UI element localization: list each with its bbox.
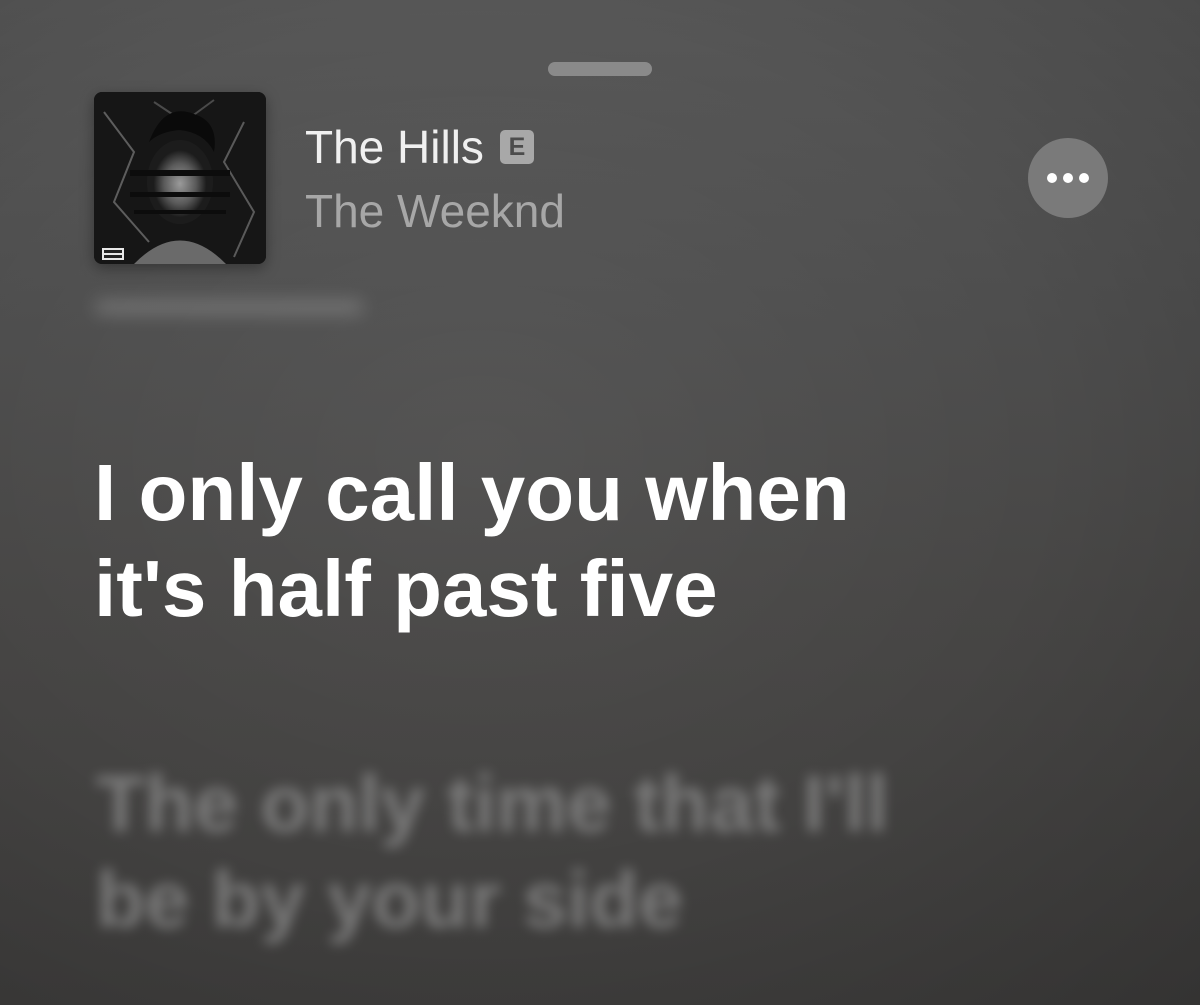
album-artwork[interactable] [94, 92, 266, 264]
current-lyric-line: it's half past five [94, 544, 718, 633]
current-lyric-line: I only call you when [94, 448, 850, 537]
artist-name[interactable]: The Weeknd [305, 182, 565, 240]
previous-lyric-line: ▬▬▬▬▬▬▬ [96, 280, 362, 322]
current-lyric[interactable]: I only call you when it's half past five [94, 445, 1094, 637]
next-lyric-line: be by your side [96, 855, 683, 944]
explicit-badge: E [499, 130, 534, 164]
ellipsis-icon [1047, 173, 1089, 183]
more-options-button[interactable] [1028, 138, 1108, 218]
song-title-text: The Hills [305, 121, 484, 173]
song-title[interactable]: The Hills E [305, 118, 534, 176]
next-lyric[interactable]: The only time that I'll be by your side [96, 756, 888, 948]
next-lyric-line: The only time that I'll [96, 759, 889, 848]
sheet-grabber-handle[interactable] [548, 62, 652, 76]
album-cover-art [94, 92, 266, 264]
